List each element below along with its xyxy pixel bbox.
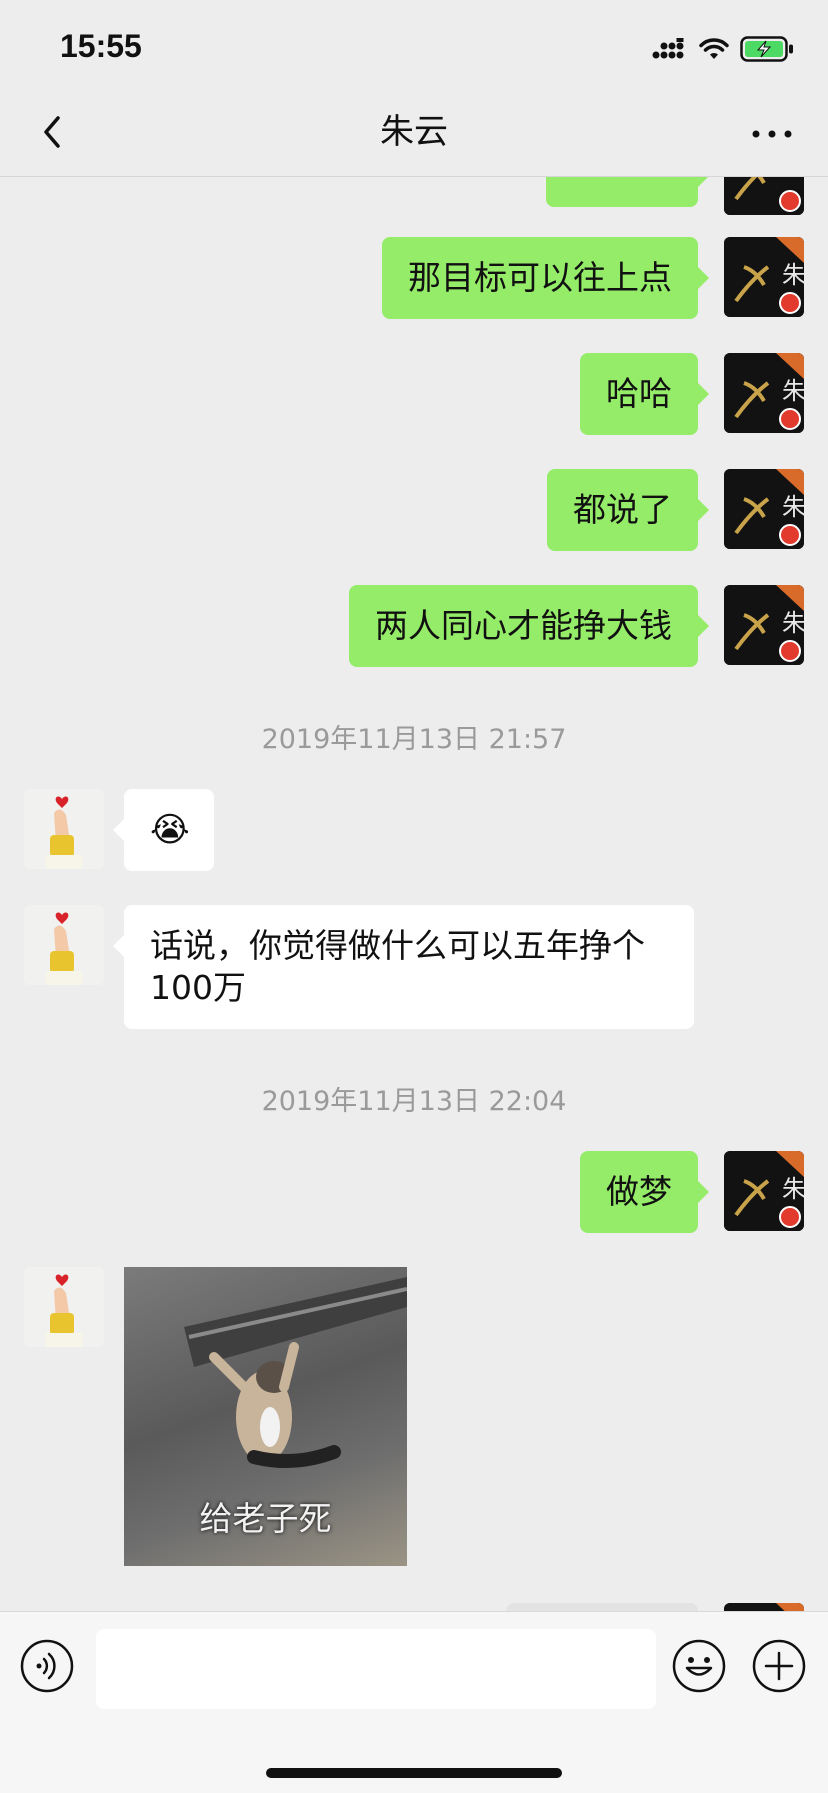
avatar-other[interactable] — [24, 905, 104, 985]
message-bubble-sent[interactable]: 两人同心才能挣大钱 — [349, 585, 709, 667]
svg-text:朱: 朱 — [782, 493, 804, 521]
profile-avatar-icon: 朱 — [724, 237, 804, 317]
message-input[interactable] — [96, 1629, 656, 1709]
status-icons — [652, 34, 794, 64]
message-bubble-sent[interactable]: 做梦 — [580, 1151, 709, 1233]
svg-text:朱: 朱 — [782, 377, 804, 405]
message-bubble-partial[interactable] — [506, 1603, 698, 1611]
avatar-me[interactable]: 朱 — [724, 353, 804, 433]
cellular-signal-icon — [652, 38, 684, 59]
sticker-image[interactable]: 给老子死 — [124, 1267, 407, 1566]
sticker-caption: 给老子死 — [199, 1499, 332, 1538]
profile-avatar-icon: 朱 — [724, 353, 804, 433]
profile-avatar-icon — [724, 177, 804, 215]
battery-charging-icon — [740, 36, 793, 62]
navigation-bar: 朱云 — [0, 96, 828, 177]
message-bubble-received[interactable]: 话说，你觉得做什么可以五年挣个100万 — [113, 905, 694, 1029]
input-bar — [0, 1611, 828, 1793]
crying-laughing-emoji: 😭 — [150, 810, 190, 850]
more-options-icon[interactable] — [750, 114, 794, 154]
plus-icon[interactable] — [752, 1639, 806, 1693]
wifi-icon — [699, 38, 729, 59]
svg-text:朱: 朱 — [782, 609, 804, 637]
profile-avatar-icon: 朱 — [724, 469, 804, 549]
finger-heart-avatar-icon — [24, 789, 104, 869]
avatar-me[interactable]: 朱 — [724, 237, 804, 317]
chat-area[interactable]: 那目标可以往上点 朱 哈哈 朱 都说了 朱 两人同心才能挣大钱 朱 2019年1… — [0, 177, 828, 1611]
svg-text:朱: 朱 — [782, 1175, 804, 1203]
svg-text:朱: 朱 — [782, 261, 804, 289]
avatar-other[interactable] — [24, 789, 104, 869]
avatar-other[interactable] — [24, 1267, 104, 1347]
message-bubble-received[interactable]: 😭 — [113, 789, 214, 871]
message-bubble-sent[interactable]: 都说了 — [547, 469, 709, 551]
finger-heart-avatar-icon — [24, 1267, 104, 1347]
message-timestamp: 2019年11月13日 22:04 — [261, 1086, 567, 1117]
emoji-icon[interactable] — [672, 1639, 726, 1693]
status-bar: 15:55 — [0, 0, 828, 96]
chat-title: 朱云 — [380, 112, 448, 152]
avatar-me[interactable] — [724, 1603, 804, 1611]
message-bubble-sent[interactable]: 那目标可以往上点 — [382, 237, 709, 319]
avatar-me[interactable]: 朱 — [724, 585, 804, 665]
finger-heart-avatar-icon — [24, 905, 104, 985]
profile-avatar-icon — [724, 1603, 804, 1611]
avatar-me[interactable]: 朱 — [724, 469, 804, 549]
profile-avatar-icon: 朱 — [724, 585, 804, 665]
message-bubble-sent[interactable]: 哈哈 — [580, 353, 709, 435]
message-bubble-partial[interactable] — [546, 177, 709, 207]
status-time: 15:55 — [60, 28, 142, 64]
avatar-me[interactable]: 朱 — [724, 1151, 804, 1231]
home-indicator[interactable] — [266, 1768, 562, 1778]
message-timestamp: 2019年11月13日 21:57 — [261, 724, 567, 755]
voice-input-icon[interactable] — [20, 1639, 74, 1693]
avatar-me[interactable] — [724, 177, 804, 215]
profile-avatar-icon: 朱 — [724, 1151, 804, 1231]
